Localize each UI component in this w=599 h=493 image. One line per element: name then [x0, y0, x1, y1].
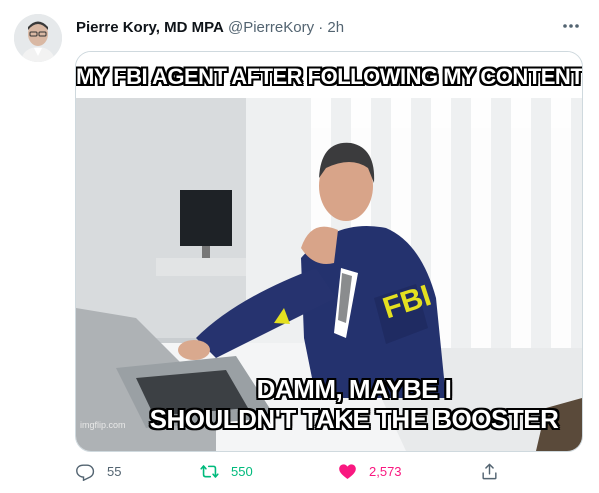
tweet-actions: 55 550 2,573 [76, 458, 516, 484]
tweet-media[interactable]: FBI MY FBI AGENT AFTER FOLLOWING MY CONT… [75, 51, 583, 452]
avatar-image [14, 14, 62, 62]
like-button[interactable]: 2,573 [338, 458, 402, 484]
reply-count: 55 [107, 463, 122, 479]
meme-bottom-caption-line1: DAMM, MAYBE I [256, 373, 453, 405]
handle[interactable]: @PierreKory [228, 19, 314, 36]
display-name[interactable]: Pierre Kory, MD MPA [76, 19, 224, 36]
share-button[interactable] [480, 458, 511, 484]
reply-button[interactable]: 55 [76, 458, 121, 484]
more-options-button[interactable] [557, 16, 585, 40]
meme-top-caption: MY FBI AGENT AFTER FOLLOWING MY CONTENT [76, 63, 583, 90]
avatar[interactable] [14, 14, 62, 62]
separator-dot: · [318, 19, 324, 36]
tweet[interactable]: Pierre Kory, MD MPA @PierreKory · 2h FBI… [0, 0, 599, 493]
heart-icon [339, 463, 356, 479]
meme-bottom-caption-line2: SHOULDN'T TAKE THE BOOSTER [149, 403, 560, 435]
tweet-header: Pierre Kory, MD MPA @PierreKory · 2h [76, 18, 576, 38]
imgflip-watermark: imgflip.com [80, 420, 126, 430]
reply-icon [76, 463, 95, 481]
retweet-icon [200, 464, 219, 478]
share-icon [482, 463, 497, 479]
timestamp[interactable]: 2h [327, 19, 344, 36]
retweet-count: 550 [231, 463, 253, 479]
more-dots-icon [563, 24, 579, 28]
retweet-button[interactable]: 550 [200, 458, 253, 484]
like-count: 2,573 [369, 463, 402, 479]
